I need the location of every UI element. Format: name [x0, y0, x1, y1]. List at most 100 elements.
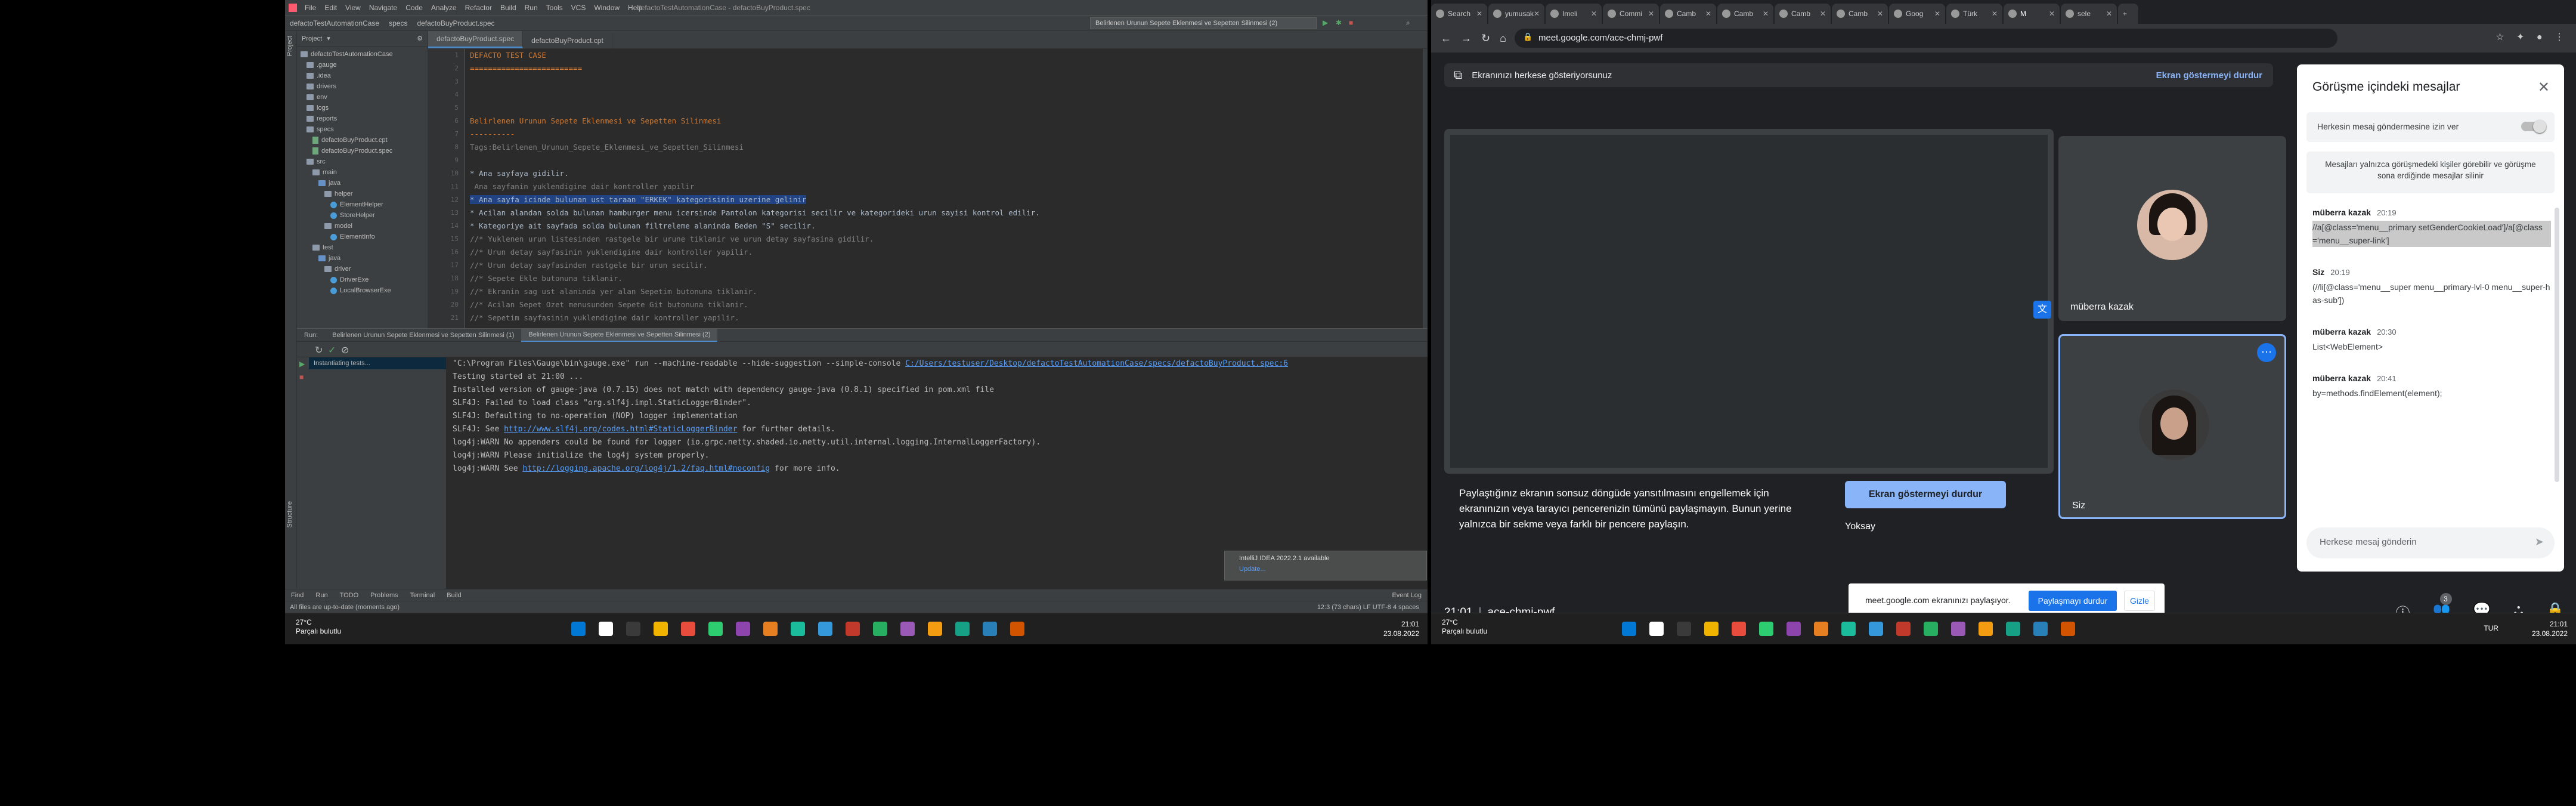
browser-tab[interactable]: Türk ✕	[1946, 4, 2002, 24]
chrome-icon[interactable]	[2061, 622, 2075, 636]
new-tab-icon[interactable]: +	[2118, 4, 2138, 24]
menu-item-refactor[interactable]: Refactor	[461, 4, 496, 12]
participant-tile-self[interactable]: Siz ⋯	[2058, 334, 2286, 519]
store-icon[interactable]	[1759, 622, 1773, 636]
project-tool-label[interactable]: Project	[285, 31, 295, 61]
stop-side-icon[interactable]: ■	[297, 370, 309, 384]
ignore-button[interactable]: Yoksay	[1845, 521, 1875, 532]
edge-icon[interactable]	[681, 622, 695, 636]
lock-icon[interactable]: 🔒	[1523, 32, 1532, 42]
tool-window-button[interactable]: Run	[309, 592, 333, 599]
firefox-icon[interactable]	[928, 622, 942, 636]
photos-icon[interactable]	[955, 622, 970, 636]
run-configuration-select[interactable]: Belirlenen Urunun Sepete Eklenmesi ve Se…	[1090, 17, 1317, 29]
task-view-icon[interactable]	[626, 622, 640, 636]
tree-node[interactable]: DriverExe	[297, 274, 428, 285]
tree-node[interactable]: ElementInfo	[297, 231, 428, 242]
message-list[interactable]: müberra kazak 20:19 //a[@class='menu__prim…	[2312, 208, 2551, 506]
console-link[interactable]: C:/Users/testuser/Desktop/defactoTestAut…	[905, 359, 1288, 368]
file-explorer-icon[interactable]	[1704, 622, 1719, 636]
filter-icon[interactable]: ⊘	[341, 344, 349, 356]
close-tab-icon[interactable]: ✕	[1591, 10, 1597, 18]
close-tab-icon[interactable]: ✕	[2106, 10, 2112, 18]
structure-tool-label[interactable]: Structure	[285, 496, 295, 533]
chrome-icon[interactable]	[1010, 622, 1024, 636]
tree-node[interactable]: ElementHelper	[297, 199, 428, 210]
search-icon[interactable]	[599, 622, 613, 636]
start-icon[interactable]	[571, 622, 586, 636]
puzzle-icon[interactable]: ✦	[2516, 32, 2524, 42]
forward-icon[interactable]: →	[1461, 32, 1472, 45]
console-link[interactable]: http://logging.apache.org/log4j/1.2/faq.…	[522, 464, 770, 473]
close-tab-icon[interactable]: ✕	[1992, 10, 1998, 18]
stop-presenting-button[interactable]: Ekran göstermeyi durdur	[1845, 481, 2006, 508]
gear-icon[interactable]: ⚙	[417, 35, 423, 42]
browser-tab[interactable]: M ✕	[2004, 4, 2060, 24]
excel-icon[interactable]	[900, 622, 915, 636]
edge-icon[interactable]	[1732, 622, 1746, 636]
chat-input[interactable]: Herkese mesaj gönderin ➤	[2306, 527, 2555, 558]
allow-messages-toggle[interactable]	[2521, 120, 2546, 133]
event-log-button[interactable]: Event Log	[1386, 592, 1428, 599]
back-icon[interactable]: ←	[1441, 32, 1451, 45]
browser-tab[interactable]: Search ✕	[1431, 4, 1487, 24]
word-icon[interactable]	[1924, 622, 1938, 636]
home-icon[interactable]: ⌂	[1500, 32, 1506, 45]
rerun-icon[interactable]: ↻	[315, 344, 323, 356]
browser-tab[interactable]: yumusak ✕	[1488, 4, 1544, 24]
browser-tab[interactable]: Camb ✕	[1775, 4, 1831, 24]
app-icon[interactable]	[1869, 622, 1883, 636]
close-tab-icon[interactable]: ✕	[1820, 10, 1826, 18]
taskbar-clock[interactable]: 21:01 23.08.2022	[2532, 619, 2568, 638]
tree-node[interactable]: java	[297, 178, 428, 189]
code-area[interactable]: DEFACTO TEST CASE =======================…	[470, 49, 1424, 328]
settings-icon[interactable]	[983, 622, 997, 636]
menu-item-file[interactable]: File	[301, 4, 320, 12]
menu-item-analyze[interactable]: Analyze	[427, 4, 461, 12]
tree-node[interactable]: defactoBuyProduct.spec	[297, 146, 428, 156]
close-tab-icon[interactable]: ✕	[1476, 10, 1482, 18]
chrome-icon[interactable]	[1814, 622, 1828, 636]
tree-node[interactable]: StoreHelper	[297, 210, 428, 221]
app-icon[interactable]	[818, 622, 832, 636]
tree-node[interactable]: helper	[297, 189, 428, 199]
debug-icon[interactable]: ✱	[1336, 18, 1342, 27]
browser-tab[interactable]: Camb ✕	[1717, 4, 1773, 24]
menu-item-code[interactable]: Code	[401, 4, 427, 12]
browser-tab[interactable]: sele ✕	[2061, 4, 2117, 24]
browser-tab[interactable]: Imeli ✕	[1546, 4, 1602, 24]
excel-icon[interactable]	[1951, 622, 1965, 636]
tree-node[interactable]: defactoBuyProduct.cpt	[297, 135, 428, 146]
input-language[interactable]: TUR	[2484, 624, 2498, 632]
tool-window-button[interactable]: Build	[441, 592, 467, 599]
stop-presenting-link[interactable]: Ekran göstermeyi durdur	[2156, 70, 2262, 81]
editor-scrollbar[interactable]	[1423, 49, 1428, 328]
stop-icon[interactable]: ■	[1349, 18, 1353, 27]
tree-node[interactable]: env	[297, 92, 428, 103]
intellij-icon[interactable]	[1896, 622, 1911, 636]
intellij-icon[interactable]	[846, 622, 860, 636]
browser-tab[interactable]: Goog ✕	[1889, 4, 1945, 24]
close-tab-icon[interactable]: ✕	[1534, 10, 1540, 18]
tree-node[interactable]: .idea	[297, 70, 428, 81]
participant-tile-1[interactable]: müberra kazak	[2058, 136, 2286, 321]
teams-icon[interactable]	[1787, 622, 1801, 636]
hide-button[interactable]: Gizle	[2124, 591, 2155, 611]
send-icon[interactable]: ➤	[2535, 536, 2544, 548]
tree-node[interactable]: src	[297, 156, 428, 167]
chat-scrollbar[interactable]	[2555, 208, 2559, 482]
tree-node[interactable]: driver	[297, 264, 428, 274]
breadcrumb-item[interactable]: defactoBuyProduct.spec	[412, 19, 499, 27]
store-icon[interactable]	[708, 622, 723, 636]
tree-node[interactable]: reports	[297, 113, 428, 124]
menu-item-edit[interactable]: Edit	[320, 4, 341, 12]
menu-item-vcs[interactable]: VCS	[567, 4, 590, 12]
project-panel-title[interactable]: Project	[302, 35, 322, 42]
stop-sharing-button[interactable]: Paylaşmayı durdur	[2029, 591, 2117, 611]
breadcrumb-item[interactable]: defactoTestAutomationCase	[285, 19, 384, 27]
settings-icon[interactable]	[2033, 622, 2048, 636]
browser-tab[interactable]: Camb ✕	[1660, 4, 1716, 24]
menu-item-navigate[interactable]: Navigate	[365, 4, 401, 12]
star-icon[interactable]: ☆	[2496, 32, 2504, 42]
task-view-icon[interactable]	[1677, 622, 1691, 636]
